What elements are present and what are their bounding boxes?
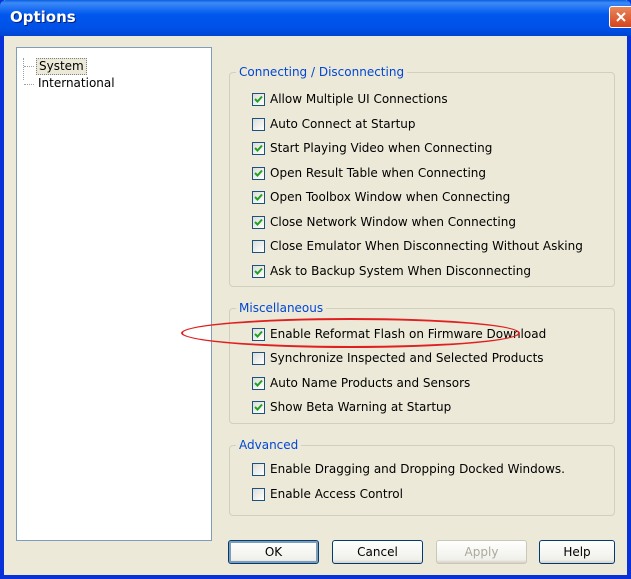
group-title: Miscellaneous xyxy=(236,300,327,316)
tree-item-label: System xyxy=(36,58,87,75)
title-bar[interactable]: Options xyxy=(0,0,631,36)
checkmark-icon xyxy=(254,169,263,177)
checkmark-icon xyxy=(254,95,263,103)
connecting-disconnecting-group: Connecting / Disconnecting Allow Multipl… xyxy=(229,64,615,287)
auto-name-products-checkbox[interactable]: Auto Name Products and Sensors xyxy=(252,375,470,391)
help-button[interactable]: Help xyxy=(539,540,615,564)
checkbox-label: Auto Name Products and Sensors xyxy=(270,376,471,390)
checkbox-label: Enable Reformat Flash on Firmware Downlo… xyxy=(270,327,547,341)
checkmark-icon xyxy=(254,330,263,338)
checkbox-label: Ask to Backup System When Disconnecting xyxy=(270,264,531,278)
ok-button[interactable]: OK xyxy=(228,540,319,564)
checkbox-label: Open Result Table when Connecting xyxy=(270,166,486,180)
close-network-window-checkbox[interactable]: Close Network Window when Connecting xyxy=(252,214,516,230)
category-tree[interactable]: System International xyxy=(16,47,212,541)
tree-connector xyxy=(23,58,24,80)
synchronize-inspected-checkbox[interactable]: Synchronize Inspected and Selected Produ… xyxy=(252,350,544,366)
checkbox-box[interactable] xyxy=(252,376,265,390)
close-emulator-checkbox[interactable]: Close Emulator When Disconnecting Withou… xyxy=(252,238,583,254)
checkmark-icon xyxy=(254,218,263,226)
window-title: Options xyxy=(10,8,76,26)
checkbox-label: Allow Multiple UI Connections xyxy=(270,92,448,106)
checkbox-box[interactable] xyxy=(252,351,265,365)
group-title: Connecting / Disconnecting xyxy=(236,64,408,80)
checkbox-box[interactable] xyxy=(252,487,265,501)
show-beta-warning-checkbox[interactable]: Show Beta Warning at Startup xyxy=(252,399,451,415)
checkbox-box[interactable] xyxy=(252,400,265,414)
checkbox-box[interactable] xyxy=(252,166,265,180)
checkmark-icon xyxy=(254,379,263,387)
enable-dragging-docked-windows-checkbox[interactable]: Enable Dragging and Dropping Docked Wind… xyxy=(252,461,565,477)
checkbox-box[interactable] xyxy=(252,327,265,341)
auto-connect-at-startup-checkbox[interactable]: Auto Connect at Startup xyxy=(252,116,416,132)
enable-reformat-flash-checkbox[interactable]: Enable Reformat Flash on Firmware Downlo… xyxy=(252,326,546,342)
open-toolbox-window-checkbox[interactable]: Open Toolbox Window when Connecting xyxy=(252,189,510,205)
allow-multiple-ui-connections-checkbox[interactable]: Allow Multiple UI Connections xyxy=(252,91,448,107)
miscellaneous-group: Miscellaneous Enable Reformat Flash on F… xyxy=(229,300,615,424)
checkmark-icon xyxy=(254,144,263,152)
checkbox-box[interactable] xyxy=(252,141,265,155)
checkbox-box[interactable] xyxy=(252,215,265,229)
cancel-button[interactable]: Cancel xyxy=(332,540,423,564)
checkbox-box[interactable] xyxy=(252,190,265,204)
tree-item-label: International xyxy=(38,76,115,90)
group-title: Advanced xyxy=(236,437,302,453)
checkbox-label: Close Network Window when Connecting xyxy=(270,215,516,229)
checkmark-icon xyxy=(254,267,263,275)
ask-to-backup-checkbox[interactable]: Ask to Backup System When Disconnecting xyxy=(252,263,531,279)
checkbox-label: Start Playing Video when Connecting xyxy=(270,141,493,155)
checkbox-label: Close Emulator When Disconnecting Withou… xyxy=(270,239,583,253)
checkbox-box[interactable] xyxy=(252,264,265,278)
checkbox-label: Auto Connect at Startup xyxy=(270,117,416,131)
close-icon xyxy=(615,12,626,22)
checkmark-icon xyxy=(254,403,263,411)
enable-access-control-checkbox[interactable]: Enable Access Control xyxy=(252,486,403,502)
checkbox-label: Enable Access Control xyxy=(270,487,403,501)
checkbox-box[interactable] xyxy=(252,117,265,131)
checkbox-box[interactable] xyxy=(252,462,265,476)
start-playing-video-checkbox[interactable]: Start Playing Video when Connecting xyxy=(252,140,492,156)
apply-button[interactable]: Apply xyxy=(436,540,527,564)
checkmark-icon xyxy=(254,193,263,201)
checkbox-label: Open Toolbox Window when Connecting xyxy=(270,190,511,204)
checkbox-box[interactable] xyxy=(252,92,265,106)
checkbox-label: Synchronize Inspected and Selected Produ… xyxy=(270,351,544,365)
close-button[interactable] xyxy=(609,6,631,28)
checkbox-label: Show Beta Warning at Startup xyxy=(270,400,452,414)
advanced-group: Advanced Enable Dragging and Dropping Do… xyxy=(229,437,615,516)
checkbox-box[interactable] xyxy=(252,239,265,253)
checkbox-label: Enable Dragging and Dropping Docked Wind… xyxy=(270,462,565,476)
open-result-table-checkbox[interactable]: Open Result Table when Connecting xyxy=(252,165,486,181)
